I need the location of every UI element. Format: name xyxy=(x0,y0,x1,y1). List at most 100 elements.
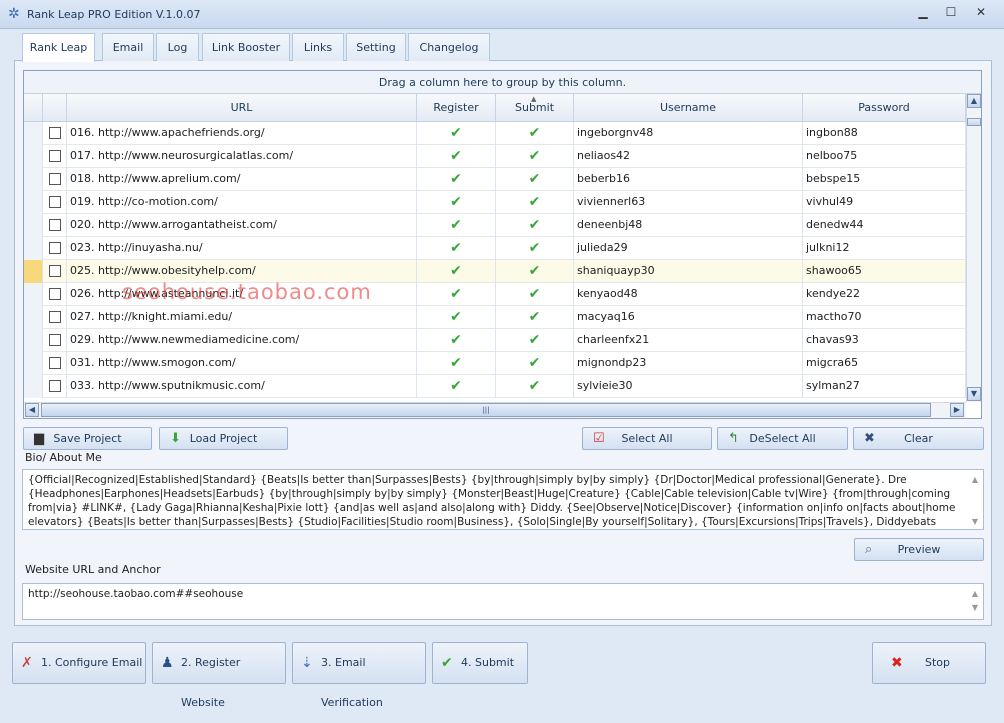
table-row[interactable]: 025. http://www.obesityhelp.com/ ✔ ✔ shaniq… xyxy=(24,260,966,283)
vertical-scrollbar[interactable]: ▲ ▼ xyxy=(966,94,981,402)
table-row[interactable]: 031. http://www.smogon.com/ ✔ ✔ mignondp23 m… xyxy=(24,352,966,375)
row-checkbox[interactable] xyxy=(49,265,61,277)
checkmark-icon: ✔ xyxy=(441,655,453,671)
register-cell: ✔ xyxy=(417,329,496,352)
tab-links[interactable]: Links xyxy=(292,33,344,61)
tab-link-booster[interactable]: Link Booster xyxy=(202,33,290,61)
table-row[interactable]: 023. http://inuyasha.nu/ ✔ ✔ julieda29 julkn… xyxy=(24,237,966,260)
table-row[interactable]: 018. http://www.aprelium.com/ ✔ ✔ beberb16 b… xyxy=(24,168,966,191)
password-cell: bebspe15 xyxy=(803,168,966,191)
row-indicator xyxy=(24,329,43,352)
table-row[interactable]: 017. http://www.neurosurgicalatlas.com/ ✔… xyxy=(24,145,966,168)
register-cell: ✔ xyxy=(417,375,496,398)
check-icon: ✔ xyxy=(528,332,541,348)
stop-button[interactable]: ✖ Stop xyxy=(872,642,986,684)
row-checkbox[interactable] xyxy=(49,127,61,139)
preview-button[interactable]: ⌕ Preview xyxy=(854,538,984,561)
username-cell: charleenfx21 xyxy=(574,329,803,352)
table-row[interactable]: 020. http://www.arrogantatheist.com/ ✔ ✔ de… xyxy=(24,214,966,237)
bio-scrollbar[interactable]: ▲ ▼ xyxy=(969,473,981,526)
password-cell: denedw44 xyxy=(803,214,966,237)
scroll-thumb[interactable] xyxy=(967,118,981,126)
bio-textarea[interactable]: {Official|Recognized|Established|Standar… xyxy=(22,469,984,530)
register-cell: ✔ xyxy=(417,306,496,329)
close-button[interactable]: ✕ xyxy=(970,5,992,23)
save-project-button[interactable]: ▆ Save Project xyxy=(23,427,152,450)
deselect-all-button[interactable]: ↰ DeSelect All xyxy=(717,427,848,450)
url-cell: 029. http://www.newmediamedicine.com/ xyxy=(67,329,417,352)
row-checkbox[interactable] xyxy=(49,173,61,185)
row-checkbox[interactable] xyxy=(49,288,61,300)
tab-email[interactable]: Email xyxy=(102,33,154,61)
title-bar: ✲ Rank Leap PRO Edition V.1.0.07 ▁ ☐ ✕ xyxy=(0,0,1004,29)
table-row[interactable]: 019. http://co-motion.com/ ✔ ✔ viviennerl63… xyxy=(24,191,966,214)
row-checkbox[interactable] xyxy=(49,196,61,208)
column-password[interactable]: Password xyxy=(803,94,966,122)
submit-cell: ✔ xyxy=(496,283,574,306)
check-icon: ✔ xyxy=(528,217,541,233)
website-input[interactable]: http://seohouse.taobao.com##seohouse ▲ ▼ xyxy=(22,583,984,620)
register-cell: ✔ xyxy=(417,352,496,375)
row-indicator xyxy=(24,260,43,283)
indicator-header xyxy=(24,94,43,122)
check-icon: ✔ xyxy=(528,148,541,164)
register-cell: ✔ xyxy=(417,168,496,191)
table-row[interactable]: 027. http://knight.miami.edu/ ✔ ✔ macyaq16 m… xyxy=(24,306,966,329)
submit-cell: ✔ xyxy=(496,329,574,352)
check-icon: ✔ xyxy=(450,355,462,371)
column-submit[interactable]: ▲ Submit xyxy=(496,94,574,122)
row-checkbox[interactable] xyxy=(49,380,61,392)
row-checkbox[interactable] xyxy=(49,242,61,254)
submit-cell: ✔ xyxy=(496,306,574,329)
submit-cell: ✔ xyxy=(496,352,574,375)
scroll-left-button[interactable]: ◀ xyxy=(25,403,39,417)
check-icon: ✔ xyxy=(528,355,541,371)
row-checkbox-cell xyxy=(43,145,67,168)
tab-changelog[interactable]: Changelog xyxy=(408,33,490,61)
scroll-thumb-horizontal[interactable]: ||| xyxy=(41,403,931,417)
password-cell: ingbon88 xyxy=(803,122,966,145)
horizontal-scrollbar[interactable]: ◀ ||| ▶ xyxy=(24,402,966,418)
email-verification-button[interactable]: ⇣ 3. Email Verification xyxy=(292,642,426,709)
maximize-button[interactable]: ☐ xyxy=(940,5,962,23)
row-checkbox[interactable] xyxy=(49,311,61,323)
row-checkbox-cell xyxy=(43,260,67,283)
url-cell: 027. http://knight.miami.edu/ xyxy=(67,306,417,329)
row-checkbox[interactable] xyxy=(49,334,61,346)
row-checkbox[interactable] xyxy=(49,357,61,369)
clear-button[interactable]: ✖ Clear xyxy=(853,427,984,450)
row-checkbox-cell xyxy=(43,329,67,352)
scroll-right-button[interactable]: ▶ xyxy=(950,403,964,417)
scroll-down-button[interactable]: ▼ xyxy=(967,387,981,401)
tab-setting[interactable]: Setting xyxy=(346,33,406,61)
row-indicator xyxy=(24,306,43,329)
tab-log[interactable]: Log xyxy=(156,33,199,61)
website-label: Website URL and Anchor xyxy=(25,563,161,576)
check-icon: ✔ xyxy=(450,125,462,141)
bio-text: {Official|Recognized|Established|Standar… xyxy=(28,474,956,528)
load-project-button[interactable]: ⬇ Load Project xyxy=(159,427,288,450)
table-row[interactable]: 029. http://www.newmediamedicine.com/ ✔ ✔ c… xyxy=(24,329,966,352)
column-header-row: URL Register ▲ Submit Username Password xyxy=(24,94,966,122)
column-username[interactable]: Username xyxy=(574,94,803,122)
register-website-button[interactable]: ♟ 2. Register Website xyxy=(152,642,286,709)
group-panel[interactable]: Drag a column here to group by this colu… xyxy=(24,71,981,94)
column-url[interactable]: URL xyxy=(67,94,417,122)
table-row[interactable]: 016. http://www.apachefriends.org/ ✔ ✔ inge… xyxy=(24,122,966,145)
submit-button[interactable]: ✔ 4. Submit xyxy=(432,642,528,684)
column-register[interactable]: Register xyxy=(417,94,496,122)
configure-email-button[interactable]: ✗ 1. Configure Email xyxy=(12,642,146,684)
tab-rank-leap[interactable]: Rank Leap xyxy=(22,33,95,62)
username-cell: shaniquayp30 xyxy=(574,260,803,283)
website-scrollbar[interactable]: ▲ ▼ xyxy=(969,587,981,616)
minimize-button[interactable]: ▁ xyxy=(912,5,934,23)
row-checkbox[interactable] xyxy=(49,150,61,162)
row-checkbox-cell xyxy=(43,168,67,191)
table-row[interactable]: 033. http://www.sputnikmusic.com/ ✔ ✔ sylvi… xyxy=(24,375,966,398)
row-checkbox[interactable] xyxy=(49,219,61,231)
select-all-button[interactable]: ☑ Select All xyxy=(582,427,712,450)
table-row[interactable]: 026. http://www.asteannunci.it/ ✔ ✔ kenyaod… xyxy=(24,283,966,306)
scroll-up-button[interactable]: ▲ xyxy=(967,94,981,108)
row-indicator xyxy=(24,191,43,214)
checkbox-header[interactable] xyxy=(43,94,67,122)
